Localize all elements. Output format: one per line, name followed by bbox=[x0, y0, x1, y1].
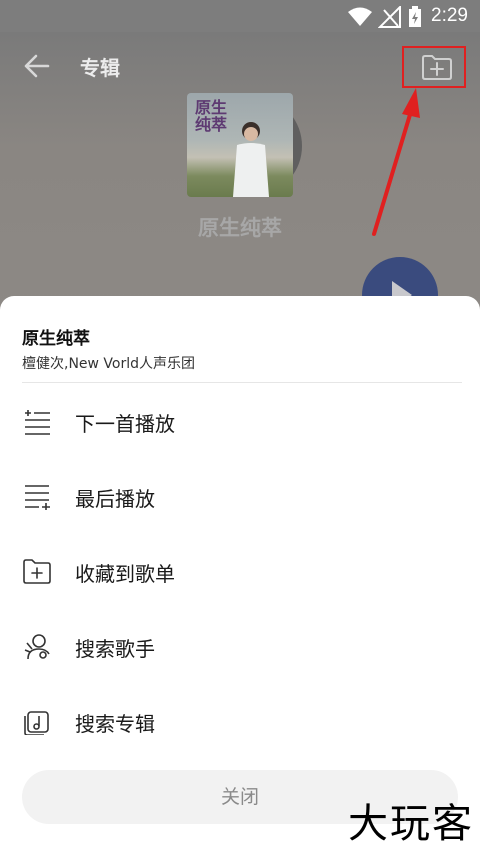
add-to-playlist-icon bbox=[23, 559, 51, 584]
wifi-icon bbox=[348, 7, 372, 26]
menu-item-label: 最后播放 bbox=[75, 487, 155, 511]
song-title: 原生纯萃 bbox=[22, 329, 90, 349]
song-options-sheet: 原生纯萃 檀健次,New Vorld人声乐团 下一首播放 最后播放 收藏到歌单 bbox=[0, 296, 480, 853]
watermark: 大玩客 bbox=[348, 801, 474, 847]
menu-item-play-last[interactable]: 最后播放 bbox=[0, 466, 480, 526]
album-title: 原生纯萃 bbox=[198, 216, 282, 240]
search-album-icon bbox=[24, 711, 49, 735]
song-artist: 檀健次,New Vorld人声乐团 bbox=[22, 356, 196, 372]
menu-item-label: 收藏到歌单 bbox=[75, 562, 175, 586]
search-singer-icon bbox=[24, 634, 50, 660]
album-page-background: 专辑 原生纯萃 原生纯萃 bbox=[0, 32, 480, 333]
album-cover: 原生纯萃 bbox=[187, 93, 293, 197]
status-bar: 2:29 bbox=[0, 0, 480, 32]
album-cover-person bbox=[233, 122, 269, 197]
menu-item-search-singer[interactable]: 搜索歌手 bbox=[0, 616, 480, 676]
menu-item-add-to-playlist[interactable]: 收藏到歌单 bbox=[0, 541, 480, 601]
signal-off-icon bbox=[378, 6, 401, 28]
menu-item-label: 搜索歌手 bbox=[75, 637, 155, 661]
menu-item-play-next[interactable]: 下一首播放 bbox=[0, 391, 480, 451]
page-title: 专辑 bbox=[80, 56, 120, 80]
menu-item-label: 下一首播放 bbox=[75, 412, 175, 436]
play-next-icon bbox=[25, 410, 50, 435]
status-time: 2:29 bbox=[431, 5, 468, 26]
album-cover-text: 原生纯萃 bbox=[195, 98, 228, 134]
divider bbox=[22, 382, 462, 383]
sheet-header: 原生纯萃 檀健次,New Vorld人声乐团 bbox=[22, 324, 462, 373]
battery-charging-icon bbox=[409, 6, 421, 27]
back-arrow-icon[interactable] bbox=[22, 52, 52, 80]
menu-item-search-album[interactable]: 搜索专辑 bbox=[0, 691, 480, 751]
play-last-icon bbox=[25, 485, 50, 510]
menu-item-label: 搜索专辑 bbox=[75, 712, 155, 736]
